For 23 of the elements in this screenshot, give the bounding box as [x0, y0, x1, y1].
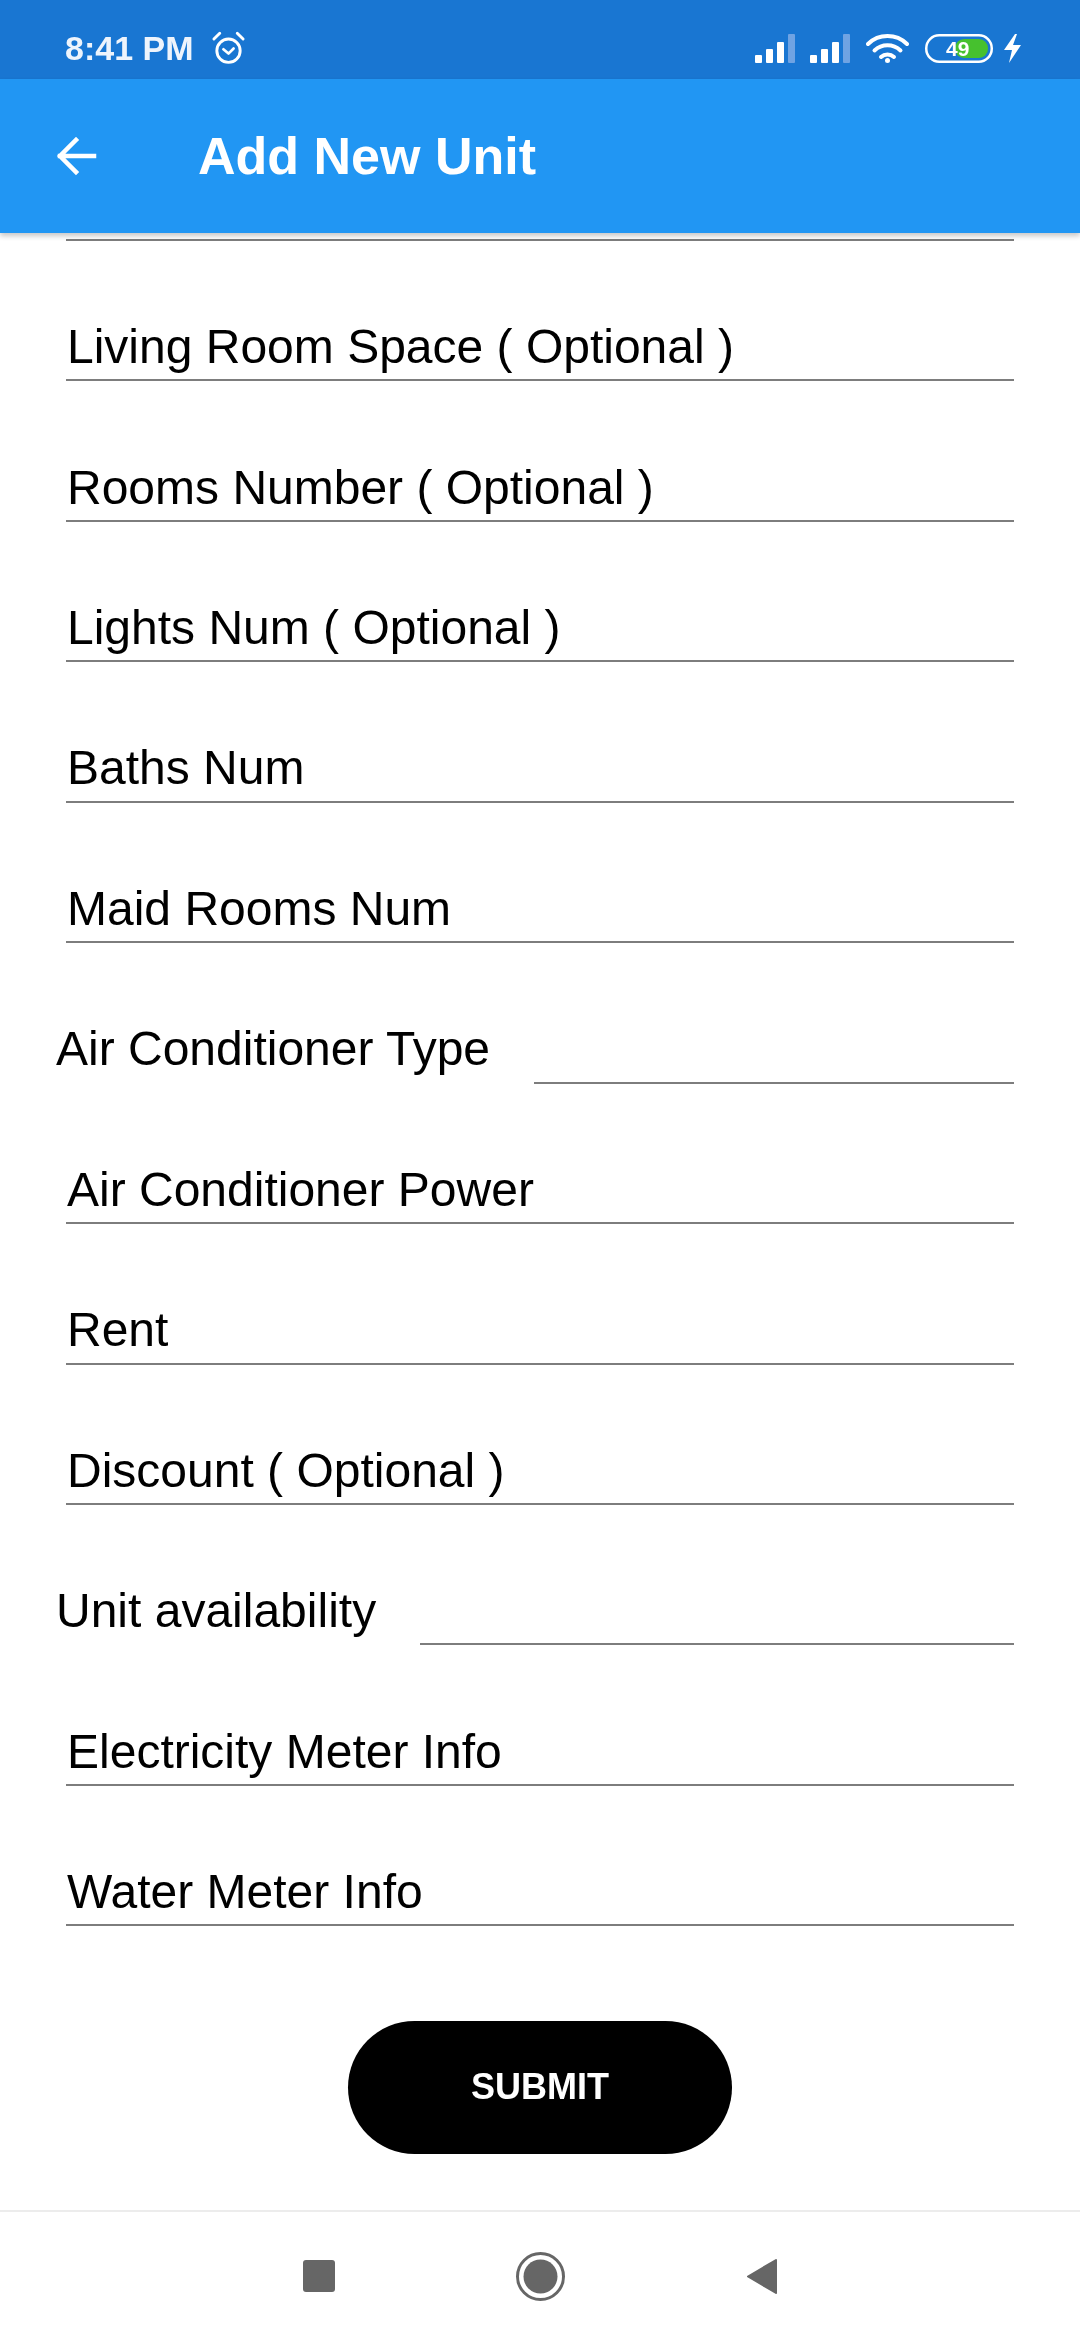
wifi-icon: [866, 34, 909, 63]
input-field[interactable]: Living Room Space ( Optional ): [66, 313, 1014, 382]
charging-bolt-icon: [1002, 34, 1023, 63]
input-field[interactable]: Maid Rooms Num: [66, 875, 1014, 944]
input-field[interactable]: Discount ( Optional ): [66, 1437, 1014, 1505]
input-field[interactable]: Rent: [66, 1296, 1014, 1365]
alarm-clock-icon: [210, 31, 246, 66]
status-time: 8:41 PM: [65, 29, 194, 68]
submit-button[interactable]: SUBMIT: [348, 2020, 732, 2154]
input-field[interactable]: Rooms Number ( Optional ): [66, 454, 1014, 522]
input-field[interactable]: Electricity Meter Info: [66, 1718, 1014, 1786]
input-field[interactable]: Water Meter Info: [66, 1858, 1014, 1927]
input-field[interactable]: Lights Num ( Optional ): [66, 594, 1014, 663]
signal-icon: [810, 34, 851, 63]
square-icon[interactable]: [302, 2260, 335, 2292]
field-label: Unit availability: [56, 1583, 377, 1639]
back-icon[interactable]: [745, 2257, 778, 2295]
input-field[interactable]: Baths Num: [66, 735, 1014, 803]
field-label: Air Conditioner Type: [56, 1021, 490, 1077]
screen-title: Add New Unit: [198, 126, 536, 186]
signal-icon: [755, 34, 796, 63]
home-icon[interactable]: [515, 2251, 565, 2301]
input-field[interactable]: Air Conditioner Power: [66, 1156, 1014, 1225]
